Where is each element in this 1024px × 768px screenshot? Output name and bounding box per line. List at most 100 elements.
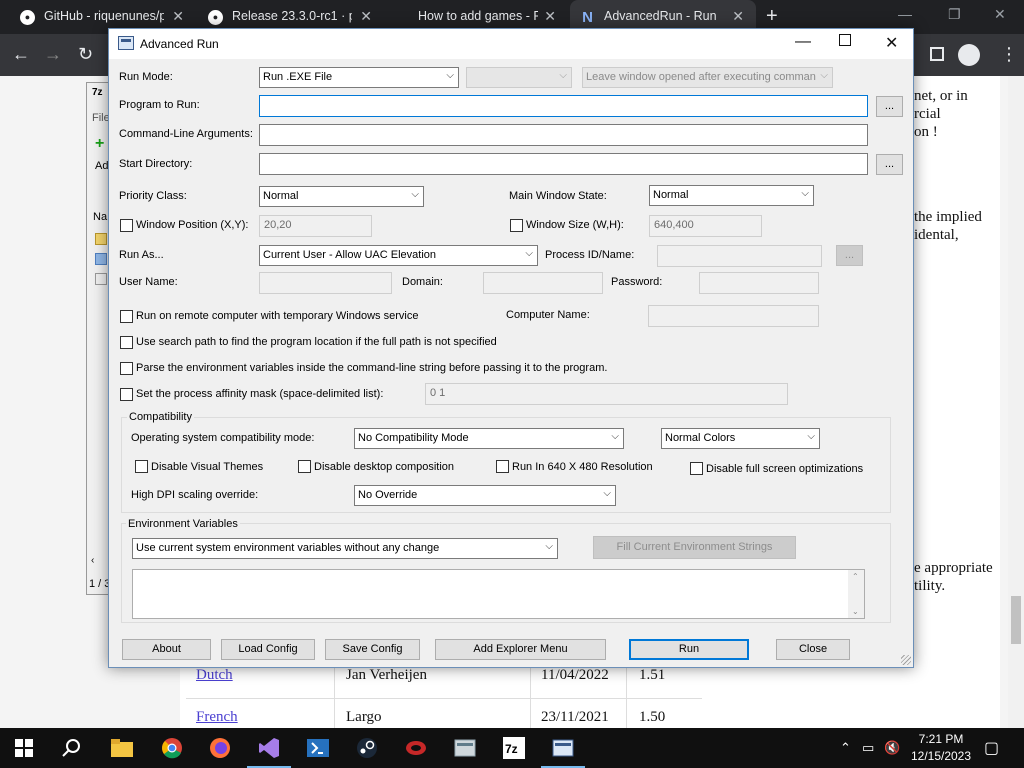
page-text: the implied	[914, 209, 982, 225]
restore-icon[interactable]: ❐	[948, 6, 961, 23]
add-icon[interactable]: +	[95, 136, 109, 152]
leave-window-select[interactable]: Leave window opened after executing comm…	[582, 67, 833, 88]
window-size-checkbox[interactable]	[510, 219, 523, 232]
affinity-mask-input[interactable]: 0 1	[425, 383, 788, 405]
remote-computer-checkbox[interactable]	[120, 310, 133, 323]
disable-fullscreen-opt-checkbox[interactable]	[690, 462, 703, 475]
reload-icon[interactable]: ↻	[78, 44, 93, 65]
windows-start-icon[interactable]	[12, 736, 36, 760]
os-compat-mode-select[interactable]: No Compatibility Mode ⌵	[354, 428, 624, 449]
run-mode-select[interactable]: Run .EXE File ⌵	[259, 67, 459, 88]
close-icon[interactable]: ✕	[994, 6, 1006, 23]
close-icon[interactable]: ✕	[360, 8, 372, 25]
close-icon[interactable]: ✕	[885, 33, 898, 53]
scroll-down-icon[interactable]: ⌄	[852, 607, 859, 616]
side-panel-icon[interactable]	[930, 47, 944, 61]
domain-input[interactable]	[483, 272, 603, 294]
add-explorer-menu-button[interactable]: Add Explorer Menu	[435, 639, 606, 660]
page-scrollbar[interactable]	[1008, 76, 1024, 728]
file-explorer-icon[interactable]	[110, 736, 134, 760]
chevron-up-icon[interactable]: ⌃	[840, 740, 851, 756]
save-config-button[interactable]: Save Config	[325, 639, 420, 660]
username-input[interactable]	[259, 272, 392, 294]
run-button[interactable]: Run	[629, 639, 749, 660]
browse-program-button[interactable]: ...	[876, 96, 903, 117]
disable-visual-themes-checkbox[interactable]	[135, 460, 148, 473]
run-as-select[interactable]: Current User - Allow UAC Elevation ⌵	[259, 245, 538, 266]
dialog-title-bar[interactable]: Advanced Run — ✕	[109, 29, 913, 59]
network-icon[interactable]: ▭	[862, 740, 874, 756]
maximize-icon[interactable]	[839, 34, 851, 46]
disable-desktop-composition-checkbox[interactable]	[298, 460, 311, 473]
new-tab-button[interactable]: +	[766, 5, 778, 28]
language-link[interactable]: French	[196, 709, 238, 726]
scrollbar-thumb[interactable]	[1011, 596, 1021, 644]
scroll-left-icon[interactable]: ‹	[91, 555, 94, 566]
name-column-header[interactable]: Na	[93, 211, 107, 223]
firefox-icon[interactable]	[208, 736, 232, 760]
7zip-window[interactable]: 7z File + Ad Na ‹ 1 / 3	[86, 82, 110, 595]
minimize-icon[interactable]: —	[795, 33, 811, 51]
startdir-input[interactable]	[259, 153, 868, 175]
browse-process-button[interactable]: ...	[836, 245, 863, 266]
close-icon[interactable]: ✕	[172, 8, 184, 25]
textarea-scrollbar[interactable]: ⌃ ⌄	[848, 570, 864, 618]
env-strings-textarea[interactable]: ⌃ ⌄	[132, 569, 865, 619]
parse-env-checkbox[interactable]	[120, 362, 133, 375]
about-button[interactable]: About	[122, 639, 211, 660]
color-mode-select[interactable]: Normal Colors ⌵	[661, 428, 820, 449]
steam-icon[interactable]	[355, 736, 379, 760]
run-mode-option-select[interactable]: ⌵	[466, 67, 572, 88]
app-red-icon[interactable]	[404, 736, 428, 760]
search-icon[interactable]	[60, 736, 84, 760]
profile-avatar-icon[interactable]	[958, 44, 980, 66]
startdir-label: Start Directory:	[119, 158, 193, 170]
high-dpi-select[interactable]: No Override ⌵	[354, 485, 616, 506]
process-id-input[interactable]	[657, 245, 822, 267]
menu-dots-icon[interactable]: ⋮	[1000, 44, 1018, 65]
search-path-checkbox[interactable]	[120, 336, 133, 349]
advancedrun-window-icon[interactable]	[541, 736, 585, 768]
window-position-checkbox[interactable]	[120, 219, 133, 232]
notification-icon[interactable]: ▢	[984, 738, 999, 758]
chevron-down-icon: ⌵	[559, 70, 567, 81]
env-mode-value: Use current system environment variables…	[136, 542, 440, 554]
chrome-icon[interactable]	[160, 736, 184, 760]
main-window-state-select[interactable]: Normal ⌵	[649, 185, 814, 206]
priority-select[interactable]: Normal ⌵	[259, 186, 424, 207]
clock[interactable]: 7:21 PM 12/15/2023	[906, 731, 976, 765]
translator-name: Jan Verheijen	[346, 667, 427, 683]
back-arrow-icon[interactable]: ←	[12, 44, 30, 65]
disable-desktop-composition-label: Disable desktop composition	[314, 461, 455, 473]
computer-name-input[interactable]	[648, 305, 819, 327]
browse-startdir-button[interactable]: ...	[876, 154, 903, 175]
load-config-button[interactable]: Load Config	[221, 639, 315, 660]
close-button[interactable]: Close	[776, 639, 850, 660]
chevron-down-icon: ⌵	[411, 189, 419, 200]
divider	[626, 699, 627, 728]
scroll-up-icon[interactable]: ⌃	[852, 572, 859, 581]
program-input[interactable]	[259, 95, 868, 117]
cmdargs-input[interactable]	[259, 124, 868, 146]
run-640x480-checkbox[interactable]	[496, 460, 509, 473]
resize-grip[interactable]	[901, 655, 911, 665]
chevron-down-icon: ⌵	[801, 188, 809, 199]
env-mode-select[interactable]: Use current system environment variables…	[132, 538, 558, 559]
window-position-input[interactable]: 20,20	[259, 215, 372, 237]
language-link[interactable]: Dutch	[196, 667, 233, 684]
fill-env-strings-button[interactable]: Fill Current Environment Strings	[593, 536, 796, 559]
visual-studio-icon[interactable]	[247, 736, 291, 768]
password-input[interactable]	[699, 272, 819, 294]
run-640x480-label: Run In 640 X 480 Resolution	[512, 461, 653, 473]
advancedrun-taskbar-icon[interactable]	[453, 736, 477, 760]
file-icon	[95, 253, 107, 265]
7zip-taskbar-icon[interactable]: 7z	[502, 736, 526, 760]
powershell-icon[interactable]	[306, 736, 330, 760]
window-size-input[interactable]: 640,400	[649, 215, 762, 237]
close-icon[interactable]: ✕	[732, 8, 744, 25]
volume-muted-icon[interactable]: 🔇	[884, 740, 900, 756]
forward-arrow-icon[interactable]: →	[44, 44, 62, 65]
close-icon[interactable]: ✕	[544, 8, 556, 25]
affinity-mask-checkbox[interactable]	[120, 388, 133, 401]
minimize-icon[interactable]: —	[898, 6, 912, 22]
